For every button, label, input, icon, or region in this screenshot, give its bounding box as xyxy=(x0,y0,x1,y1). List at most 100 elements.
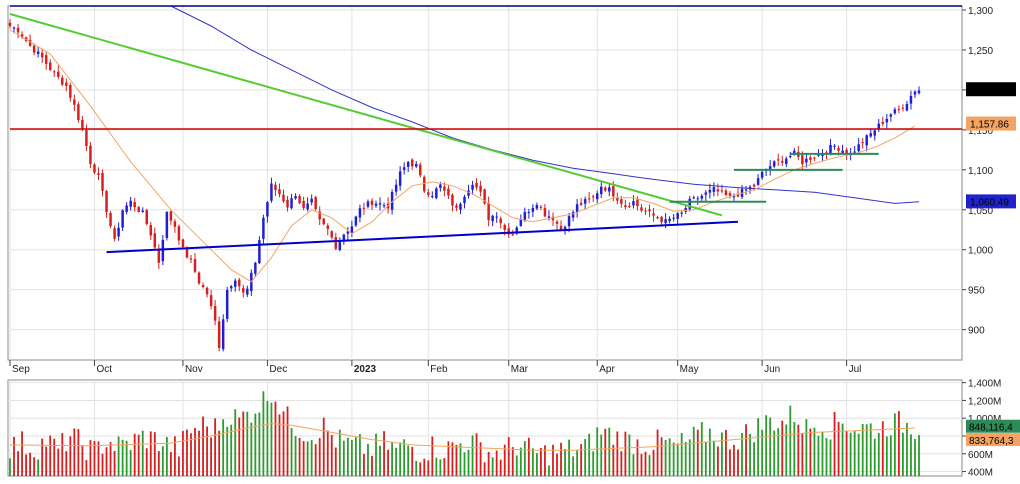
price-tick-label: 1,250 xyxy=(968,46,993,57)
volume-bar xyxy=(857,433,860,476)
candle-body xyxy=(881,121,885,124)
volume-bar xyxy=(73,428,76,476)
candle-body xyxy=(616,198,619,201)
volume-bar xyxy=(914,438,916,476)
volume-bar xyxy=(592,451,595,476)
candle-body xyxy=(716,189,720,192)
candle-body xyxy=(656,217,659,219)
volume-bar xyxy=(101,453,104,476)
price-flag-label: 1,157.86 xyxy=(970,120,1009,131)
volume-bar xyxy=(383,431,385,476)
candle-body xyxy=(141,210,144,212)
volume-bar xyxy=(371,455,373,476)
volume-bar xyxy=(33,457,36,476)
candle-body xyxy=(772,161,776,167)
volume-bar xyxy=(214,418,217,476)
volume-bar xyxy=(721,432,723,476)
candle-body xyxy=(628,206,631,208)
candle-body xyxy=(676,213,679,219)
volume-bar xyxy=(753,442,755,476)
candle-body xyxy=(668,218,671,222)
candle-body xyxy=(636,199,639,207)
candle-body xyxy=(374,203,378,206)
candle-body xyxy=(853,151,856,153)
volume-bar xyxy=(507,437,510,476)
candle-body xyxy=(499,218,502,224)
price-tick-label: 1,300 xyxy=(968,6,993,17)
volume-bar xyxy=(298,438,301,476)
candle-body xyxy=(221,319,225,350)
volume-bar xyxy=(515,455,518,476)
volume-bar xyxy=(527,437,530,476)
candle-body xyxy=(600,186,603,195)
volume-bar xyxy=(833,411,836,476)
volume-bar xyxy=(149,431,152,476)
candle-body xyxy=(358,208,362,218)
volume-bar xyxy=(105,447,108,476)
candle-body xyxy=(696,198,700,200)
volume-bar xyxy=(451,442,454,476)
candle-body xyxy=(648,209,651,212)
volume-tick-label: 1,200M xyxy=(968,396,1001,407)
volume-bar xyxy=(523,441,526,476)
candle-body xyxy=(539,206,543,208)
volume-bar xyxy=(254,413,257,476)
volume-bar xyxy=(535,453,538,476)
volume-bar xyxy=(741,433,743,476)
candle-body xyxy=(475,182,478,188)
volume-bar xyxy=(218,430,221,476)
volume-bar xyxy=(302,441,305,476)
candle-body xyxy=(382,205,386,207)
volume-bar xyxy=(902,432,904,476)
volume-bar xyxy=(918,435,920,476)
volume-bar xyxy=(877,432,880,476)
volume-bar xyxy=(668,438,671,476)
candle-body xyxy=(620,199,623,204)
volume-flag-label: 833,764,3 xyxy=(969,436,1014,447)
candle-body xyxy=(555,221,559,224)
volume-bar xyxy=(580,444,583,476)
month-label: Feb xyxy=(430,364,448,375)
candle-body xyxy=(89,145,92,164)
volume-bar xyxy=(829,439,832,476)
candle-body xyxy=(652,213,655,216)
volume-bar xyxy=(282,411,285,476)
price-tick-label: 950 xyxy=(968,286,985,297)
volume-bar xyxy=(548,465,550,476)
volume-bar xyxy=(608,427,611,476)
candle-body xyxy=(841,150,844,154)
candle-body xyxy=(712,187,716,192)
volume-bar xyxy=(628,434,631,476)
candle-body xyxy=(125,205,128,212)
candle-body xyxy=(109,212,112,227)
volume-bar xyxy=(632,454,635,476)
volume-bar xyxy=(330,435,333,476)
candle-body xyxy=(193,259,197,272)
volume-bar xyxy=(897,411,900,476)
candle-body xyxy=(326,225,329,229)
candle-body xyxy=(225,289,229,319)
volume-bar xyxy=(716,446,719,476)
month-label: Apr xyxy=(599,364,615,375)
volume-bar xyxy=(725,429,727,476)
volume-bar xyxy=(640,453,643,476)
volume-bar xyxy=(531,448,534,476)
volume-bar xyxy=(853,431,856,476)
candle-body xyxy=(459,203,462,210)
candle-body xyxy=(306,203,309,210)
volume-bar xyxy=(885,436,888,476)
candle-body xyxy=(314,197,317,210)
candle-body xyxy=(431,195,434,197)
candle-body xyxy=(201,285,205,288)
volume-bar xyxy=(845,430,848,476)
candle-body xyxy=(632,201,635,206)
volume-bar xyxy=(821,432,824,476)
candle-body xyxy=(511,234,515,236)
price-tick-label: 900 xyxy=(968,326,985,337)
candle-body xyxy=(829,144,832,155)
candle-body xyxy=(865,135,868,146)
candle-body xyxy=(861,142,864,144)
candle-body xyxy=(495,216,498,218)
volume-bar xyxy=(700,422,703,476)
volume-bar xyxy=(435,457,438,476)
